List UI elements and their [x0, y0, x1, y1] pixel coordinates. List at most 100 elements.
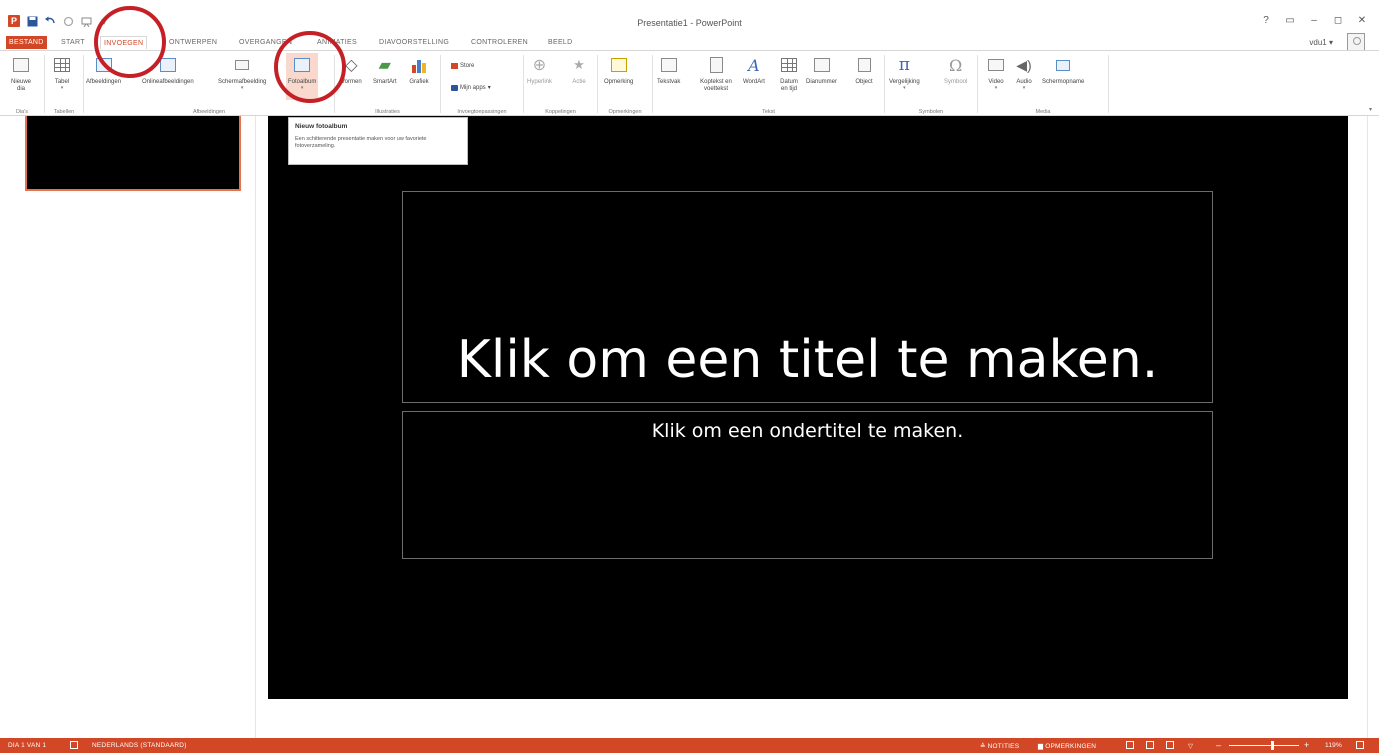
notes-button[interactable]: ≙ NOTITIES — [980, 742, 1019, 750]
language-indicator[interactable]: NEDERLANDS (STANDAARD) — [92, 742, 187, 749]
tab-file[interactable]: BESTAND — [6, 36, 47, 49]
tab-insert[interactable]: INVOEGEN — [100, 36, 148, 49]
symbol-button[interactable]: Ω Symbool — [944, 53, 967, 86]
shapes-icon: ◇ — [345, 57, 358, 74]
start-presentation-icon[interactable] — [80, 15, 92, 27]
textbox-button[interactable]: Tekstvak — [657, 53, 680, 86]
screenshot-icon — [235, 60, 250, 70]
notes-icon: ≙ — [980, 743, 988, 750]
hyperlink-icon: ⊕ — [532, 57, 547, 74]
online-pictures-button[interactable]: Onlineafbeeldingen — [142, 53, 194, 86]
powerpoint-logo-icon[interactable]: P — [8, 15, 20, 27]
ribbon: Nieuwe dia Dia's Tabel ▾ Tabellen Afbeel… — [0, 50, 1379, 116]
group-addins: Store Mijn apps ▾ Invoegtoepassingen — [441, 51, 523, 116]
tab-view[interactable]: BEELD — [545, 36, 575, 49]
audio-button[interactable]: ◀) Audio ▾ — [1014, 53, 1034, 91]
collapse-ribbon-icon[interactable]: ▾ — [1369, 106, 1372, 113]
title-bar: P ▾ Presentatie1 - PowerPoint ? ▭ – ◻ ✕ — [0, 0, 1379, 34]
tab-slideshow[interactable]: DIAVOORSTELLING — [376, 36, 452, 49]
reading-view-icon[interactable] — [1166, 741, 1174, 749]
zoom-out-button[interactable]: – — [1216, 740, 1221, 750]
title-placeholder[interactable]: Klik om een titel te maken. — [402, 191, 1213, 403]
shapes-button[interactable]: ◇ Vormen — [341, 53, 362, 86]
new-slide-button[interactable]: Nieuwe dia — [8, 53, 34, 93]
tab-review[interactable]: CONTROLEREN — [468, 36, 531, 49]
comment-button[interactable]: Opmerking — [604, 53, 633, 86]
group-symbols: π Vergelijking ▾ Ω Symbool Symbolen — [889, 53, 968, 115]
slide-number-icon — [813, 58, 830, 72]
window-title: Presentatie1 - PowerPoint — [637, 18, 742, 28]
screenshot-button[interactable]: Schermafbeelding ▾ — [218, 53, 266, 91]
zoom-level[interactable]: 119% — [1325, 742, 1342, 749]
group-illustrations: ◇ Vormen ▰ SmartArt Grafiek Illustraties — [335, 51, 440, 116]
screen-recording-button[interactable]: Schermopname — [1042, 53, 1084, 86]
user-account[interactable]: vdu1 ▾ — [1309, 38, 1333, 47]
zoom-slider[interactable] — [1229, 745, 1299, 746]
new-slide-icon — [13, 58, 29, 72]
object-button[interactable]: Object — [854, 53, 874, 86]
zoom-slider-thumb[interactable] — [1271, 741, 1274, 750]
normal-view-icon[interactable] — [1126, 741, 1134, 749]
tab-design[interactable]: ONTWERPEN — [166, 36, 220, 49]
group-slides: Nieuwe dia Dia's — [0, 51, 44, 116]
ribbon-display-options-icon[interactable]: ▭ — [1285, 15, 1295, 26]
comment-icon — [610, 58, 627, 72]
save-icon[interactable] — [26, 15, 38, 27]
slide-sorter-icon[interactable] — [1146, 741, 1154, 749]
subtitle-placeholder[interactable]: Klik om een ondertitel te maken. — [402, 411, 1213, 559]
header-footer-icon — [709, 57, 723, 73]
textbox-icon — [660, 58, 677, 72]
slideshow-view-icon[interactable]: ▽ — [1188, 742, 1193, 750]
subtitle-placeholder-text: Klik om een ondertitel te maken. — [651, 420, 964, 442]
chart-button[interactable]: Grafiek — [409, 53, 429, 86]
hyperlink-button[interactable]: ⊕ Hyperlink — [527, 53, 552, 86]
group-media: Video ▾ ◀) Audio ▾ Schermopname Media — [978, 51, 1108, 116]
slide-count[interactable]: DIA 1 VAN 1 — [8, 742, 46, 749]
comments-button[interactable]: ▆ OPMERKINGEN — [1038, 742, 1096, 750]
slide-thumbnail[interactable] — [25, 116, 241, 191]
help-icon[interactable]: ? — [1261, 15, 1271, 26]
video-icon — [988, 59, 1004, 71]
tooltip-title: Nieuw fotoalbum — [295, 123, 348, 130]
video-button[interactable]: Video ▾ — [986, 53, 1006, 91]
object-icon — [857, 58, 871, 72]
spelling-icon[interactable] — [70, 741, 78, 749]
customize-qat-icon[interactable]: ▾ — [98, 15, 110, 28]
photo-album-button[interactable]: Fotoalbum ▾ — [286, 53, 319, 100]
title-placeholder-text: Klik om een titel te maken. — [456, 330, 1159, 390]
action-icon: ★ — [573, 57, 585, 72]
redo-icon[interactable] — [62, 15, 74, 27]
pictures-button[interactable]: Afbeeldingen — [86, 53, 121, 86]
wordart-button[interactable]: A WordArt — [743, 53, 765, 86]
close-icon[interactable]: ✕ — [1357, 15, 1367, 26]
smartart-button[interactable]: ▰ SmartArt — [373, 53, 397, 86]
vertical-scrollbar[interactable] — [1367, 116, 1379, 738]
table-button[interactable]: Tabel ▾ — [52, 53, 72, 91]
my-apps-button[interactable]: Mijn apps ▾ — [451, 84, 491, 91]
fit-slide-icon[interactable] — [1356, 741, 1364, 749]
minimize-icon[interactable]: – — [1309, 15, 1319, 26]
store-icon — [451, 63, 458, 69]
equation-button[interactable]: π Vergelijking ▾ — [889, 53, 920, 91]
undo-icon[interactable] — [44, 15, 56, 27]
tab-transitions[interactable]: OVERGANGEN — [236, 36, 295, 49]
avatar[interactable] — [1347, 33, 1365, 51]
restore-icon[interactable]: ◻ — [1333, 15, 1343, 26]
slide-thumbnail-pane — [0, 116, 256, 738]
zoom-in-button[interactable]: + — [1304, 740, 1309, 750]
chart-icon — [412, 60, 426, 73]
slide-number-button[interactable]: Dianummer — [806, 53, 837, 86]
store-button[interactable]: Store — [451, 63, 474, 69]
tab-animations[interactable]: ANIMATIES — [314, 36, 360, 49]
date-time-button[interactable]: Datum en tijd — [777, 53, 801, 93]
table-icon — [54, 58, 70, 72]
audio-icon: ◀) — [1016, 56, 1032, 73]
group-text: Tekstvak Koptekst en voettekst A WordArt… — [653, 51, 884, 116]
action-button[interactable]: ★ Actie — [569, 53, 589, 86]
group-tables: Tabel ▾ Tabellen — [45, 51, 83, 116]
status-bar: DIA 1 VAN 1 NEDERLANDS (STANDAARD) ≙ NOT… — [0, 738, 1379, 753]
symbol-icon: Ω — [949, 55, 963, 75]
tab-start[interactable]: START — [58, 36, 88, 49]
header-footer-button[interactable]: Koptekst en voettekst — [693, 53, 739, 93]
group-comments: Opmerking Opmerkingen — [598, 51, 652, 116]
